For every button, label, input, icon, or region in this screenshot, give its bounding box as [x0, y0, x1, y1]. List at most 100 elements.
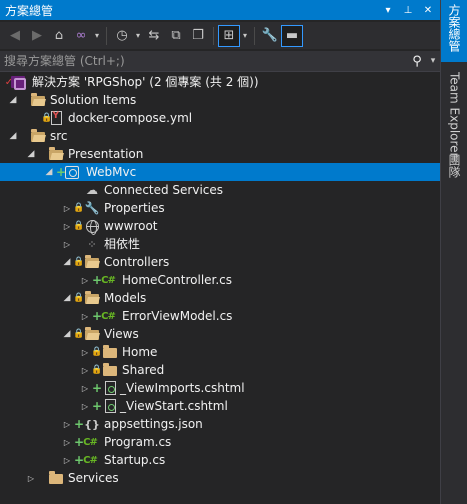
- tree-node-shared-folder[interactable]: ▷ 🔒 Shared: [0, 361, 440, 379]
- tree-node-startup[interactable]: ▷ + C# Startup.cs: [0, 451, 440, 469]
- collapsed-toggle-icon[interactable]: ▷: [80, 379, 90, 397]
- tree-node-view-start[interactable]: ▷ + _ViewStart.cshtml: [0, 397, 440, 415]
- tree-node-properties[interactable]: ▷ 🔒 🔧 Properties: [0, 199, 440, 217]
- copy-icon[interactable]: ❐: [187, 25, 209, 47]
- search-bar: ⚲ ▾: [0, 51, 440, 72]
- collapsed-toggle-icon[interactable]: ▷: [80, 397, 90, 415]
- expand-toggle-icon[interactable]: ◢: [62, 325, 72, 343]
- collapsed-toggle-icon[interactable]: ▷: [80, 271, 90, 289]
- tree-node-views[interactable]: ◢ 🔒 Views: [0, 325, 440, 343]
- collapsed-toggle-icon[interactable]: ▷: [80, 307, 90, 325]
- tab-team-explorer[interactable]: Team Explorer: [441, 70, 467, 160]
- panel-titlebar: 方案總管 ▾ ⊥ ✕: [0, 0, 440, 20]
- tree-node-solution[interactable]: ✓ 解決方案 'RPGShop' (2 個專案 (共 2 個)): [0, 73, 440, 91]
- lock-icon: 🔒: [73, 203, 85, 213]
- expand-toggle-icon[interactable]: ◢: [8, 91, 18, 109]
- tree-node-program[interactable]: ▷ + C# Program.cs: [0, 433, 440, 451]
- cshtml-file-icon: [102, 398, 118, 414]
- cshtml-file-icon: [102, 380, 118, 396]
- home-icon[interactable]: ⌂: [48, 25, 70, 47]
- forward-icon[interactable]: ▶: [26, 25, 48, 47]
- expand-toggle-icon[interactable]: ◢: [8, 127, 18, 145]
- toolbar-separator: [213, 26, 214, 45]
- chevron-down-icon[interactable]: ▾: [133, 25, 143, 47]
- json-file-icon: {}: [84, 417, 100, 431]
- side-tab-strip: 方案總管 Team Explorer 團隊: [440, 0, 467, 504]
- panel-toolbar: ◀ ▶ ⌂ ∞ ▾ ◷ ▾ ⇆ ⧉ ❐ ⊞ ▾ 🔧 ▬: [0, 22, 440, 49]
- globe-icon: [84, 218, 100, 235]
- tree-node-appsettings[interactable]: ▷ + {} appsettings.json: [0, 415, 440, 433]
- plus-icon: +: [91, 381, 103, 395]
- lock-icon: 🔒: [73, 293, 85, 303]
- history-icon[interactable]: ◷: [111, 25, 133, 47]
- show-all-files-icon[interactable]: ⊞: [218, 24, 240, 47]
- toolbar-separator: [106, 26, 107, 45]
- back-icon[interactable]: ◀: [4, 25, 26, 47]
- lock-icon: 🔒: [91, 347, 103, 357]
- tree-node-src[interactable]: ◢ src: [0, 127, 440, 145]
- search-icon[interactable]: ⚲: [408, 54, 426, 69]
- tree-node-home-folder[interactable]: ▷ 🔒 Home: [0, 343, 440, 361]
- collapsed-toggle-icon[interactable]: ▷: [62, 433, 72, 451]
- tree-node-home-controller[interactable]: ▷ + C# HomeController.cs: [0, 271, 440, 289]
- tab-solution-explorer[interactable]: 方案總管: [441, 0, 467, 62]
- lock-icon: 🔒: [73, 221, 85, 231]
- tree-node-controllers[interactable]: ◢ 🔒 Controllers: [0, 253, 440, 271]
- preview-icon[interactable]: ▬: [281, 24, 303, 47]
- chevron-down-icon[interactable]: ▾: [380, 0, 396, 20]
- folder-icon: [48, 146, 64, 162]
- chevron-down-icon[interactable]: ▾: [426, 56, 440, 66]
- wrench-icon: 🔧: [84, 201, 100, 215]
- collapse-all-icon[interactable]: ⧉: [165, 25, 187, 47]
- dependencies-icon: ⁘: [87, 237, 97, 251]
- expand-toggle-icon[interactable]: ◢: [62, 253, 72, 271]
- folder-icon: [30, 92, 46, 108]
- tree-node-wwwroot[interactable]: ▷ 🔒 wwwroot: [0, 217, 440, 235]
- csharp-file-icon: C#: [101, 274, 116, 286]
- tree-node-webmvc[interactable]: ◢ + WebMvc: [0, 163, 440, 181]
- close-icon[interactable]: ✕: [420, 0, 436, 20]
- chevron-down-icon[interactable]: ▾: [92, 25, 102, 47]
- lock-icon: 🔒: [73, 257, 85, 267]
- folder-icon: [102, 362, 118, 378]
- collapsed-toggle-icon[interactable]: ▷: [62, 235, 72, 253]
- folder-icon: [84, 290, 100, 306]
- collapsed-toggle-icon[interactable]: ▷: [62, 217, 72, 235]
- tab-team[interactable]: 團隊: [441, 152, 467, 192]
- tree-node-error-view-model[interactable]: ▷ + C# ErrorViewModel.cs: [0, 307, 440, 325]
- search-input[interactable]: [0, 51, 408, 71]
- tree-node-services[interactable]: ▷ Services: [0, 469, 440, 487]
- lock-icon: 🔒: [73, 329, 85, 339]
- csharp-file-icon: C#: [83, 454, 98, 466]
- collapsed-toggle-icon[interactable]: ▷: [62, 415, 72, 433]
- tree-node-connected-services[interactable]: ☁ Connected Services: [0, 181, 440, 199]
- tree-node-solution-items[interactable]: ◢ Solution Items: [0, 91, 440, 109]
- pin-icon[interactable]: ⊥: [400, 0, 416, 20]
- toolbar-separator: [254, 26, 255, 45]
- tree-node-models[interactable]: ◢ 🔒 Models: [0, 289, 440, 307]
- sync-icon[interactable]: ⇆: [143, 25, 165, 47]
- csharp-file-icon: C#: [101, 310, 116, 322]
- tree-node-docker-compose[interactable]: 🔒 docker-compose.yml: [0, 109, 440, 127]
- plus-icon: +: [73, 417, 85, 431]
- collapsed-toggle-icon[interactable]: ▷: [80, 343, 90, 361]
- expand-toggle-icon[interactable]: ◢: [26, 145, 36, 163]
- chevron-down-icon[interactable]: ▾: [240, 25, 250, 47]
- yaml-file-icon: [48, 110, 64, 126]
- plus-icon: +: [91, 399, 103, 413]
- vs-icon[interactable]: ∞: [70, 25, 92, 47]
- collapsed-toggle-icon[interactable]: ▷: [62, 199, 72, 217]
- folder-icon: [84, 254, 100, 270]
- collapsed-toggle-icon[interactable]: ▷: [80, 361, 90, 379]
- collapsed-toggle-icon[interactable]: ▷: [62, 451, 72, 469]
- tree-node-presentation[interactable]: ◢ Presentation: [0, 145, 440, 163]
- expand-toggle-icon[interactable]: ◢: [44, 163, 54, 181]
- tree-node-view-imports[interactable]: ▷ + _ViewImports.cshtml: [0, 379, 440, 397]
- folder-icon: [102, 344, 118, 360]
- properties-icon[interactable]: 🔧: [259, 25, 281, 47]
- folder-icon: [30, 128, 46, 144]
- expand-toggle-icon[interactable]: ◢: [62, 289, 72, 307]
- collapsed-toggle-icon[interactable]: ▷: [26, 469, 36, 487]
- tree-node-dependencies[interactable]: ▷ ⁘ 相依性: [0, 235, 440, 253]
- folder-icon: [84, 326, 100, 342]
